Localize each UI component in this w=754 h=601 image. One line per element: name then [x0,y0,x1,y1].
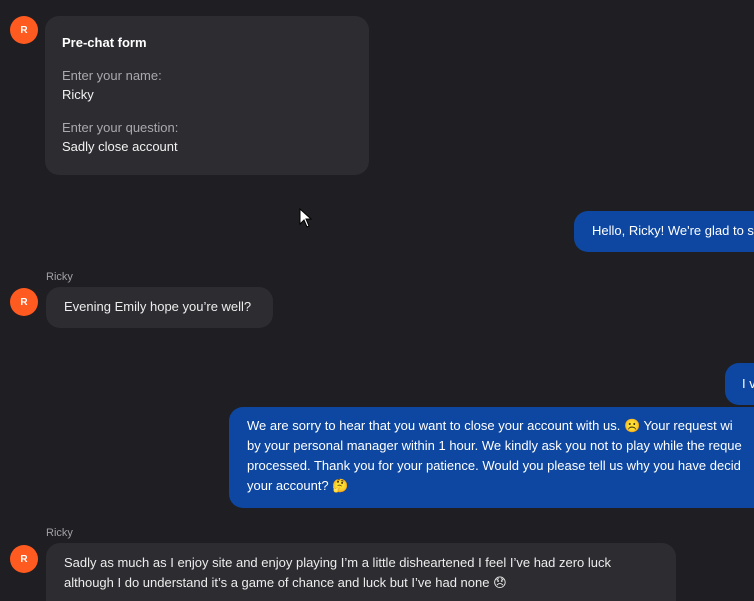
customer-message: Sadly as much as I enjoy site and enjoy … [46,543,676,601]
prechat-form-card: Pre-chat form Enter your name: Ricky Ent… [45,16,369,175]
message-line: processed. Thank you for your patience. … [247,458,741,473]
message-text: Hello, Ricky! We're glad to s [592,223,754,238]
sender-name: Ricky [46,527,73,539]
customer-message: Evening Emily hope you’re well? [46,287,273,328]
message-text: Evening Emily hope you’re well? [64,299,252,314]
agent-message: We are sorry to hear that you want to cl… [229,407,754,508]
mouse-cursor-icon [299,208,313,228]
sender-name: Ricky [46,271,73,283]
agent-message: I v [725,363,754,405]
message-line: We are sorry to hear that you want to cl… [247,418,733,433]
message-line: your account? 🤔 [247,478,349,493]
avatar: R [10,545,38,573]
avatar: R [10,16,38,44]
message-line: although I do understand it’s a game of … [64,575,507,590]
name-field-value: Ricky [62,87,94,102]
agent-message: Hello, Ricky! We're glad to s [574,211,754,252]
question-field-label: Enter your question: [62,120,179,135]
question-field-value: Sadly close account [62,139,178,154]
avatar: R [10,288,38,316]
name-field-label: Enter your name: [62,68,162,83]
prechat-form-title: Pre-chat form [62,35,147,50]
message-line: by your personal manager within 1 hour. … [247,438,742,453]
message-text: I v [742,376,754,391]
message-line: Sadly as much as I enjoy site and enjoy … [64,555,612,570]
